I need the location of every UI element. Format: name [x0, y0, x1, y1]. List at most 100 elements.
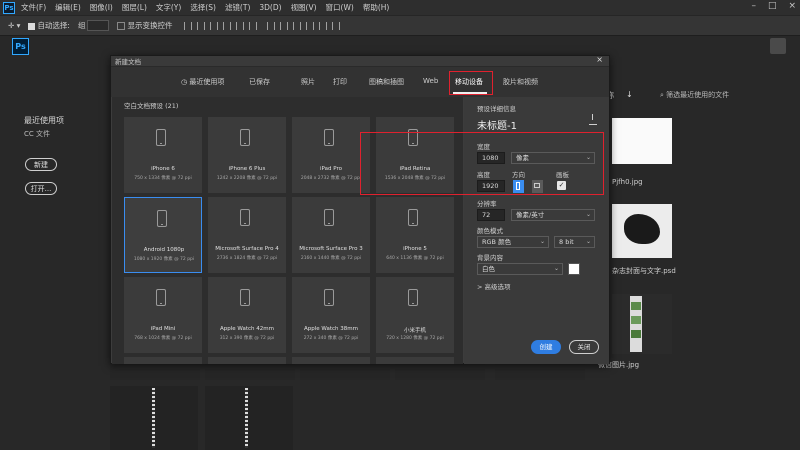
width-label: 宽度	[477, 143, 490, 151]
align-icons[interactable]	[184, 21, 258, 30]
advanced-options-toggle[interactable]: > 高级选项	[477, 281, 511, 291]
new-document-dialog: 新建文档 × ◷ 最近使用项 已保存 照片 打印 图稿和插图 Web 移动设备 …	[110, 55, 610, 364]
tab-web[interactable]: Web	[423, 77, 438, 85]
create-button[interactable]: 创建	[531, 340, 561, 354]
maximize-button[interactable]: □	[768, 1, 777, 11]
color-mode-label: 颜色模式	[477, 227, 503, 235]
preset-card[interactable]: iPad Retina 1536 x 2048 像素 @ 72 ppi	[376, 117, 454, 193]
tab-print[interactable]: 打印	[333, 77, 347, 87]
document-name[interactable]: 未标题-1	[477, 117, 517, 132]
menu-3d[interactable]: 3D(D)	[259, 3, 281, 12]
cc-files-label[interactable]: CC 文件	[24, 129, 64, 139]
preset-card[interactable]: iPad Pro 2048 x 2732 像素 @ 72 ppi	[292, 117, 370, 193]
phone-icon	[324, 209, 334, 226]
preset-card[interactable]: Apple Watch 42mm 312 x 390 像素 @ 72 ppi	[208, 277, 286, 353]
preset-card[interactable]: Apple Watch 38mm 272 x 340 像素 @ 72 ppi	[292, 277, 370, 353]
recent-file-label: Pjfh0.jpg	[612, 178, 643, 186]
preset-card[interactable]: 小米手机 720 x 1280 像素 @ 72 ppi	[376, 277, 454, 353]
menu-edit[interactable]: 编辑(E)	[55, 2, 81, 13]
move-tool-icon[interactable]: ✛ ▾	[8, 21, 20, 30]
unit-select[interactable]: 像素 ⌄	[511, 152, 595, 164]
chevron-down-icon: ⌄	[539, 238, 545, 245]
artboard-checkbox[interactable]: ✓	[557, 181, 566, 190]
portrait-orientation-button[interactable]	[513, 180, 524, 193]
tab-art-illustration[interactable]: 图稿和插图	[369, 77, 404, 87]
recent-search[interactable]: ⌕ 筛选最近使用的文件	[660, 90, 729, 100]
artboard-label: 画板	[556, 171, 569, 179]
portrait-icon	[516, 182, 520, 190]
background-select[interactable]: 白色 ⌄	[477, 263, 563, 275]
color-mode-select[interactable]: RGB 颜色 ⌄	[477, 236, 549, 248]
phone-icon	[240, 289, 250, 306]
auto-select-option[interactable]: 自动选择:	[28, 20, 70, 31]
home-open-button[interactable]: 打开...	[25, 182, 57, 195]
preset-card[interactable]	[292, 357, 370, 364]
height-input[interactable]: 1920	[477, 180, 505, 192]
preset-card-selected[interactable]: Android 1080p 1080 x 1920 像素 @ 72 ppi	[124, 197, 202, 273]
preset-tabs: ◷ 最近使用项 已保存 照片 打印 图稿和插图 Web 移动设备 胶片和视频	[111, 67, 609, 97]
close-window-button[interactable]: ×	[788, 1, 796, 11]
phone-icon	[408, 129, 418, 146]
menu-type[interactable]: 文字(Y)	[156, 2, 181, 13]
close-button[interactable]: 关闭	[569, 340, 599, 354]
tab-film-video[interactable]: 胶片和视频	[503, 77, 538, 87]
menu-image[interactable]: 图像(I)	[90, 2, 113, 13]
menu-window[interactable]: 窗口(W)	[326, 2, 354, 13]
auto-select-checkbox[interactable]	[28, 22, 36, 30]
menu-filter[interactable]: 滤镜(T)	[225, 2, 250, 13]
home-new-button[interactable]: 新建	[25, 158, 57, 171]
tab-recent[interactable]: ◷ 最近使用项	[181, 77, 224, 87]
preset-details-panel: 预设详细信息 未标题-1 宽度 1080 像素 ⌄ 高度 1920 方向 画板 ✓…	[464, 97, 609, 364]
preset-card[interactable]	[208, 357, 286, 364]
workspace-icon[interactable]	[770, 38, 786, 54]
preset-card[interactable]: Microsoft Surface Pro 3 2160 x 1440 像素 @ …	[292, 197, 370, 273]
layer-select[interactable]: 组	[78, 20, 110, 32]
recent-file-thumb[interactable]	[205, 386, 293, 450]
menu-select[interactable]: 选择(S)	[190, 2, 216, 13]
resolution-input[interactable]: 72	[477, 209, 505, 221]
distribute-icons[interactable]	[267, 21, 341, 30]
recent-file-thumb[interactable]	[612, 204, 672, 258]
menu-help[interactable]: 帮助(H)	[363, 2, 390, 13]
preset-card[interactable]: iPad Mini 768 x 1024 像素 @ 72 ppi	[124, 277, 202, 353]
options-bar: ✛ ▾ 自动选择: 组 显示变换控件	[0, 15, 800, 36]
recent-file-thumb[interactable]	[612, 294, 672, 354]
recent-file-label: 杂志封面与文字.psd	[612, 267, 676, 275]
transform-checkbox[interactable]	[117, 22, 126, 30]
menu-file[interactable]: 文件(F)	[21, 2, 46, 13]
width-input[interactable]: 1080	[477, 152, 505, 164]
menu-view[interactable]: 视图(V)	[291, 2, 317, 13]
landscape-orientation-button[interactable]	[532, 180, 543, 193]
phone-icon	[156, 289, 166, 306]
presets-section-title: 空白文档预设 (21)	[124, 102, 179, 110]
resolution-unit-select[interactable]: 像素/英寸 ⌄	[511, 209, 595, 221]
landscape-icon	[534, 183, 540, 188]
phone-icon	[408, 289, 418, 306]
recent-file-thumb[interactable]	[110, 386, 198, 450]
tab-photo[interactable]: 照片	[301, 77, 315, 87]
phone-icon	[240, 129, 250, 146]
preset-card[interactable]: iPhone 5 640 x 1136 像素 @ 72 ppi	[376, 197, 454, 273]
tab-saved[interactable]: 已保存	[249, 77, 270, 87]
details-header: 预设详细信息	[477, 105, 516, 113]
chevron-down-icon: ⌄	[585, 211, 591, 218]
recent-label[interactable]: 最近使用项	[24, 115, 64, 126]
preset-card[interactable]: Microsoft Surface Pro 4 2736 x 1824 像素 @ …	[208, 197, 286, 273]
orientation-label: 方向	[512, 171, 525, 179]
preset-card[interactable]: iPhone 6 750 x 1334 像素 @ 72 ppi	[124, 117, 202, 193]
recent-file-thumb[interactable]	[612, 118, 672, 164]
menu-layer[interactable]: 图层(L)	[122, 2, 147, 13]
save-preset-icon[interactable]	[589, 114, 597, 125]
preset-card[interactable]: iPhone 6 Plus 1242 x 2208 像素 @ 72 ppi	[208, 117, 286, 193]
background-color-swatch[interactable]	[568, 263, 580, 275]
preset-card[interactable]	[124, 357, 202, 364]
preset-card[interactable]	[376, 357, 454, 364]
bit-depth-select[interactable]: 8 bit ⌄	[554, 236, 595, 248]
minimize-button[interactable]: –	[751, 1, 756, 11]
sort-arrow-icon[interactable]: ↓	[626, 90, 633, 101]
dialog-close-icon[interactable]: ×	[596, 55, 603, 64]
phone-icon	[157, 210, 167, 227]
transform-option[interactable]: 显示变换控件	[117, 20, 172, 31]
phone-icon	[324, 289, 334, 306]
resolution-label: 分辨率	[477, 200, 497, 208]
